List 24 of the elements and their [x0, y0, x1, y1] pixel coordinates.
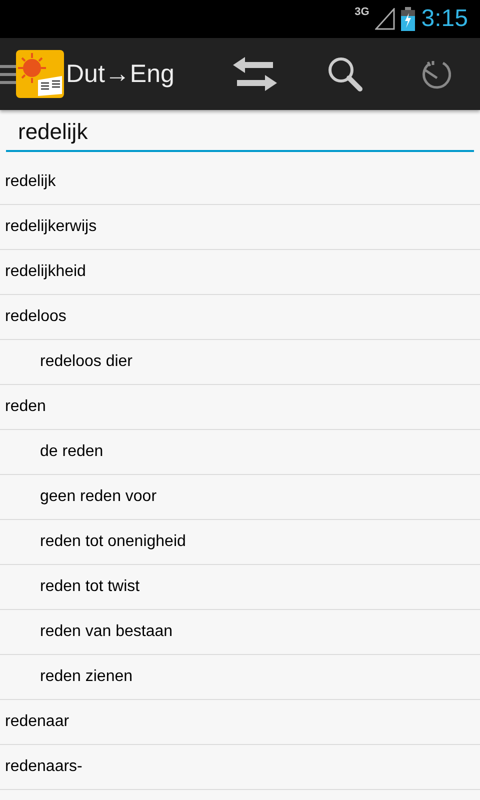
word-row[interactable]: redeloos	[0, 295, 480, 340]
menu-icon[interactable]	[0, 62, 16, 86]
phrase-row[interactable]: reden tot onenigheid	[0, 520, 480, 565]
word-row[interactable]: reden	[0, 385, 480, 430]
word-row[interactable]: redenaars-	[0, 745, 480, 790]
signal-icon	[375, 8, 396, 30]
app-logo-icon[interactable]	[16, 50, 64, 98]
search-field[interactable]: redelijk	[6, 116, 474, 152]
word-row[interactable]: redenaar	[0, 700, 480, 745]
search-icon	[327, 56, 363, 92]
clock: 3:15	[421, 5, 468, 33]
swap-arrows-icon	[233, 56, 277, 92]
phrase-row[interactable]: geen reden voor	[0, 475, 480, 520]
battery-icon	[401, 7, 416, 31]
phrase-row[interactable]: redeloos dier	[0, 340, 480, 385]
phrase-row[interactable]: reden tot twist	[0, 565, 480, 610]
word-row[interactable]: redelijkerwijs	[0, 205, 480, 250]
word-row[interactable]: redelijkheid	[0, 250, 480, 295]
phrase-row[interactable]: de reden	[0, 430, 480, 475]
phrase-row[interactable]: reden van bestaan	[0, 610, 480, 655]
app-title: Dut→Eng	[66, 60, 174, 88]
phrase-row[interactable]: reden zienen	[0, 655, 480, 700]
word-row[interactable]: redelijk	[0, 160, 480, 205]
network-label: 3G	[354, 6, 370, 18]
